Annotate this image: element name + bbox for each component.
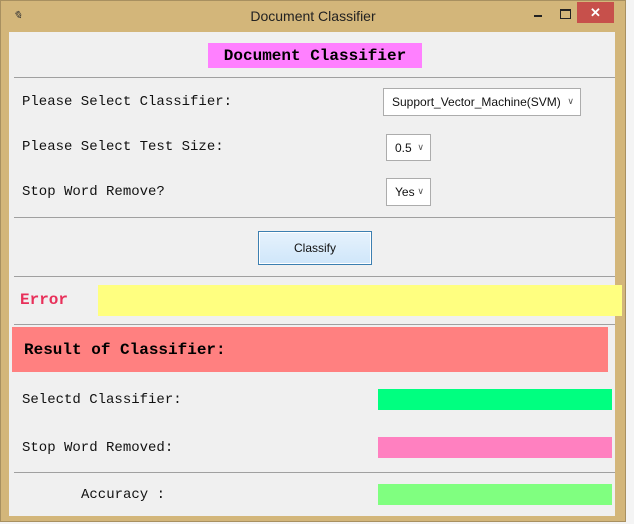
test-size-select[interactable]: 0.5 ∨: [386, 134, 431, 161]
test-size-label: Please Select Test Size:: [22, 139, 224, 155]
result-title-text: Result of Classifier:: [24, 340, 226, 359]
stopword-label: Stop Word Remove?: [22, 184, 165, 200]
close-icon: ✕: [590, 4, 601, 20]
classifier-label: Please Select Classifier:: [22, 94, 233, 110]
divider: [14, 472, 615, 473]
classify-button[interactable]: Classify: [258, 231, 372, 265]
divider: [14, 217, 615, 218]
divider: [14, 324, 615, 325]
selected-classifier-label: Selectd Classifier:: [22, 392, 182, 408]
test-size-select-value: 0.5: [395, 140, 412, 155]
classifier-select-value: Support_Vector_Machine(SVM): [392, 95, 561, 109]
chevron-down-icon: ∨: [417, 141, 424, 152]
classifier-select[interactable]: Support_Vector_Machine(SVM) ∨: [383, 88, 581, 116]
divider: [14, 77, 615, 78]
close-button[interactable]: ✕: [577, 2, 614, 23]
selected-classifier-value: [378, 389, 612, 410]
chevron-down-icon: ∨: [567, 95, 574, 106]
error-label: Error: [20, 291, 69, 309]
divider: [14, 276, 615, 277]
accuracy-value: [378, 484, 612, 505]
result-title: Result of Classifier:: [12, 327, 608, 372]
stopword-removed-label: Stop Word Removed:: [22, 440, 174, 456]
accuracy-label: Accuracy :: [81, 487, 166, 503]
minimize-button[interactable]: [528, 6, 548, 22]
error-field: [98, 285, 622, 316]
chevron-down-icon: ∨: [417, 185, 424, 196]
stopword-select-value: Yes: [395, 185, 415, 199]
maximize-button[interactable]: [555, 6, 575, 22]
header-title: Document Classifier: [208, 43, 422, 68]
stopword-select[interactable]: Yes ∨: [386, 178, 431, 206]
stopword-removed-value: [378, 437, 612, 458]
